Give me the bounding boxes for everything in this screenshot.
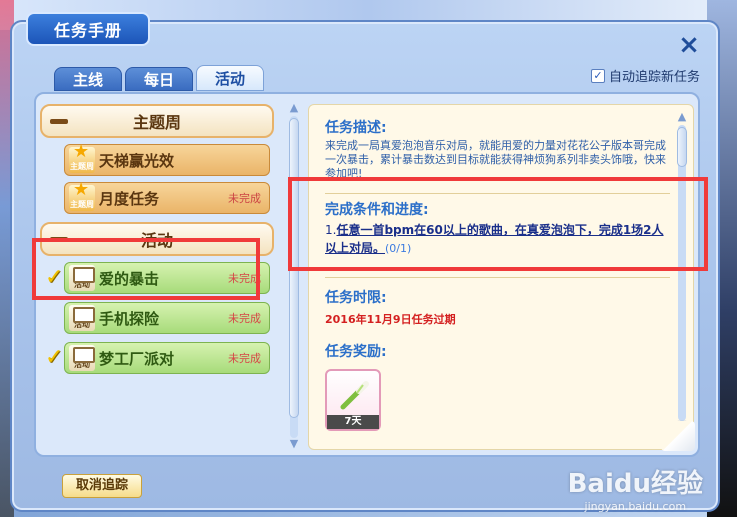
quest-name: 梦工厂派对 (99, 349, 175, 368)
quest-name: 月度任务 (99, 189, 160, 208)
description-title: 任务描述: (325, 120, 387, 136)
scroll-thumb[interactable] (677, 127, 687, 167)
description-text: 来完成一局真爱泡泡音乐对局，就能用爱的力量对花花公子版本哥完成一次暴击，累计暴击… (325, 139, 666, 180)
event-icon: 活动 (69, 345, 95, 371)
theme-week-icon: 主题周 (69, 141, 95, 173)
collapse-icon (50, 118, 68, 124)
auto-track-option[interactable]: ✓ 自动追踪新任务 (590, 66, 700, 85)
baidu-watermark: Baidu经验 jingyan.baidu.com (568, 463, 703, 513)
list-item[interactable]: 主题周 月度任务 未完成 (64, 179, 270, 214)
quest-tabs: 主线 每日 活动 (54, 65, 265, 91)
group-title: 主题周 (132, 113, 181, 132)
scroll-up-icon[interactable]: ▲ (676, 111, 688, 123)
deadline-title: 任务时限: (325, 290, 387, 306)
untrack-button[interactable]: 取消追踪 (62, 474, 142, 498)
scroll-up-icon[interactable]: ▲ (288, 102, 300, 114)
leek-icon (340, 381, 369, 410)
quest-status: 未完成 (228, 192, 261, 205)
deadline-text: 2016年11月9日任务过期 (325, 313, 456, 326)
quest-list-scrollbar[interactable]: ▲ ▼ (288, 102, 300, 450)
detail-scrollbar[interactable]: ▲ ▼ (676, 111, 688, 431)
quest-name: 天梯赢光效 (99, 151, 175, 170)
list-item[interactable]: 主题周 天梯赢光效 (64, 141, 270, 176)
window-title: 任务手册 (26, 12, 150, 46)
auto-track-label: 自动追踪新任务 (608, 70, 700, 85)
scroll-down-icon[interactable]: ▼ (288, 438, 300, 450)
quest-name: 手机探险 (99, 309, 160, 328)
reward-item[interactable]: 7天 (325, 369, 381, 431)
page-curl-icon (661, 421, 695, 451)
event-icon: 活动 (69, 305, 95, 331)
highlight-box-quest (32, 238, 260, 300)
list-item[interactable]: ✓ 活动 梦工厂派对 未完成 (45, 342, 270, 374)
scroll-track[interactable] (678, 125, 686, 421)
tab-event[interactable]: 活动 (196, 65, 265, 91)
reward-title: 任务奖励: (325, 344, 387, 360)
list-item[interactable]: 活动 手机探险 未完成 (64, 302, 270, 334)
watermark-logo: Baidu经验 (567, 469, 703, 499)
close-icon[interactable]: × (676, 32, 702, 58)
auto-track-checkbox[interactable]: ✓ (590, 68, 605, 83)
quest-status: 未完成 (228, 352, 261, 365)
theme-week-icon: 主题周 (69, 179, 95, 211)
highlight-box-condition (288, 177, 708, 271)
watermark-url: jingyan.baidu.com (584, 500, 687, 513)
tab-main[interactable]: 主线 (54, 67, 123, 91)
reward-duration: 7天 (327, 415, 379, 429)
tab-daily[interactable]: 每日 (125, 67, 194, 91)
quest-detail: 任务描述: 来完成一局真爱泡泡音乐对局，就能用爱的力量对花花公子版本哥完成一次暴… (308, 104, 695, 451)
quest-status: 未完成 (228, 312, 261, 325)
divider (325, 277, 670, 278)
group-header-theme-week[interactable]: 主题周 (40, 104, 274, 138)
tracked-check-icon: ✓ (45, 345, 64, 370)
